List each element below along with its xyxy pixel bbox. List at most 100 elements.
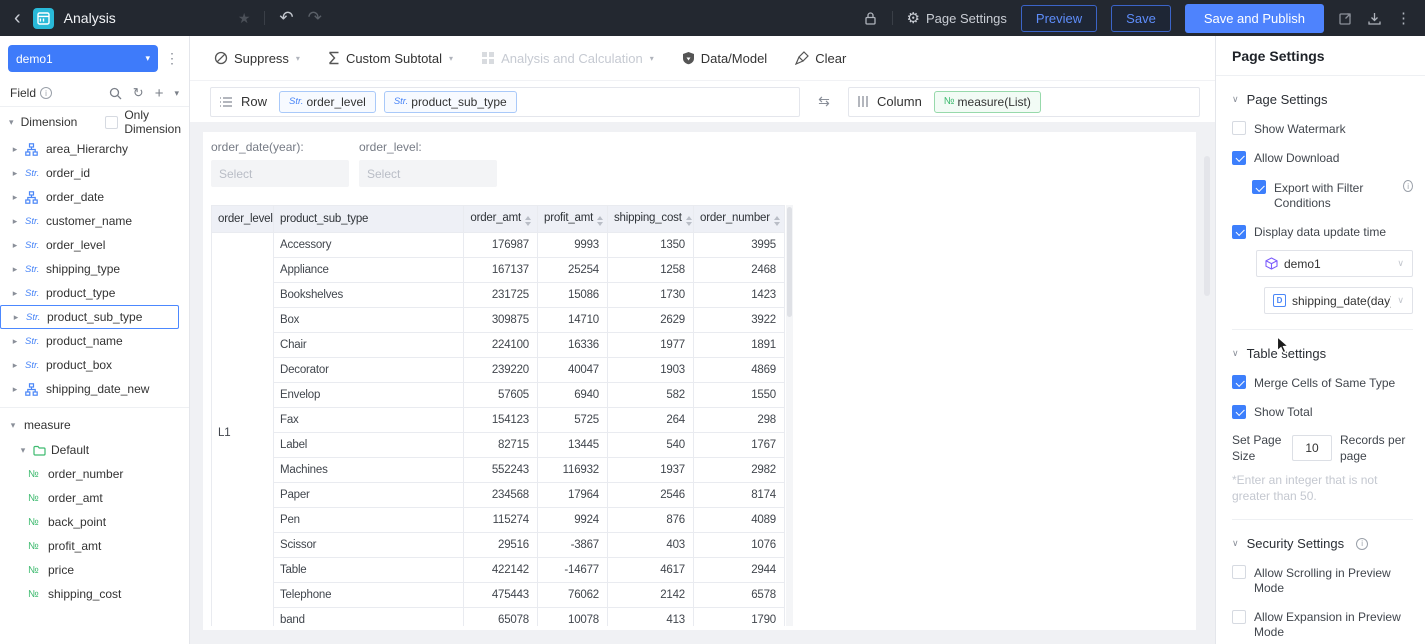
field-item-order_id[interactable]: ▸ Str. order_id	[0, 161, 189, 185]
cell-value[interactable]: 8174	[693, 482, 785, 508]
field-item-order_date[interactable]: ▸ order_date	[0, 185, 189, 209]
cell-value[interactable]: 2629	[607, 307, 694, 333]
field-item-product_name[interactable]: ▸ Str. product_name	[0, 329, 189, 353]
cell-value[interactable]: 582	[607, 382, 694, 408]
cell-value[interactable]: 4089	[693, 507, 785, 533]
favorite-star-icon[interactable]: ★	[238, 10, 251, 27]
open-in-new-icon[interactable]	[1338, 11, 1353, 26]
setting-allow-download[interactable]: Allow Download	[1232, 150, 1413, 167]
cell-value[interactable]: 234568	[463, 482, 538, 508]
cell-product-sub-type[interactable]: Envelop	[273, 382, 464, 408]
cell-value[interactable]: 40047	[537, 357, 608, 383]
setting-export-with-filter-conditions[interactable]: Export with Filter Conditions i	[1252, 180, 1413, 211]
undo-icon[interactable]: ↶	[279, 8, 293, 28]
field-item-shipping_type[interactable]: ▸ Str. shipping_type	[0, 257, 189, 281]
section-header-page-settings[interactable]: ∨ Page Settings	[1232, 92, 1413, 107]
cell-product-sub-type[interactable]: band	[273, 607, 464, 626]
shelf-pill-product-sub-type[interactable]: Str. product_sub_type	[383, 90, 517, 113]
swap-row-column-icon[interactable]: ⇆	[800, 93, 848, 110]
cell-value[interactable]: 1350	[607, 232, 694, 258]
cell-value[interactable]: 3922	[693, 307, 785, 333]
checkbox[interactable]	[1252, 180, 1266, 194]
row-shelf[interactable]: Row Str. order_level Str. product_sub_type	[210, 86, 800, 117]
lock-icon[interactable]	[863, 11, 878, 26]
column-header-order_number[interactable]: order_number	[693, 205, 785, 233]
cell-value[interactable]: 29516	[463, 532, 538, 558]
cell-value[interactable]: 1790	[693, 607, 785, 626]
canvas-scrollbar[interactable]	[1204, 156, 1210, 296]
column-header-profit_amt[interactable]: profit_amt	[537, 205, 608, 233]
toolbar-data-model[interactable]: Data/Model	[682, 51, 767, 66]
cell-value[interactable]: 116932	[537, 457, 608, 483]
back-icon[interactable]: ‹	[14, 8, 21, 28]
cell-value[interactable]: 4617	[607, 557, 694, 583]
cell-value[interactable]: 2142	[607, 582, 694, 608]
gear-icon[interactable]: ⚙	[907, 9, 920, 27]
measure-item-back_point[interactable]: № back_point	[0, 510, 189, 534]
cell-value[interactable]: 6578	[693, 582, 785, 608]
only-dimension-checkbox[interactable]	[105, 115, 119, 129]
sort-icon[interactable]	[525, 216, 531, 226]
cell-value[interactable]: 2944	[693, 557, 785, 583]
shelf-pill-order-level[interactable]: Str. order_level	[279, 90, 376, 113]
cell-value[interactable]: 1258	[607, 257, 694, 283]
cell-product-sub-type[interactable]: Chair	[273, 332, 464, 358]
page-settings-menu[interactable]: Page Settings	[926, 11, 1007, 26]
cell-value[interactable]: 298	[693, 407, 785, 433]
field-item-area_Hierarchy[interactable]: ▸ area_Hierarchy	[0, 137, 189, 161]
cell-value[interactable]: 309875	[463, 307, 538, 333]
cell-value[interactable]: 1076	[693, 532, 785, 558]
cell-value[interactable]: 167137	[463, 257, 538, 283]
add-field-icon[interactable]: +	[155, 85, 164, 102]
sort-icon[interactable]	[685, 216, 692, 226]
field-item-customer_name[interactable]: ▸ Str. customer_name	[0, 209, 189, 233]
cell-value[interactable]: 540	[607, 432, 694, 458]
cell-value[interactable]: 25254	[537, 257, 608, 283]
checkbox[interactable]	[1232, 224, 1246, 239]
chevron-down-icon[interactable]: ∨	[1232, 538, 1239, 549]
save-button[interactable]: Save	[1111, 4, 1171, 32]
cell-value[interactable]: 2468	[693, 257, 785, 283]
cell-value[interactable]: 413	[607, 607, 694, 626]
refresh-icon[interactable]: ↻	[133, 85, 144, 101]
cell-value[interactable]: 76062	[537, 582, 608, 608]
field-item-shipping_date_new[interactable]: ▸ shipping_date_new	[0, 377, 189, 401]
cell-value[interactable]: 475443	[463, 582, 538, 608]
setting-show-total[interactable]: Show Total	[1232, 404, 1413, 421]
cell-product-sub-type[interactable]: Appliance	[273, 257, 464, 283]
cell-value[interactable]: 9993	[537, 232, 608, 258]
setting-display-data-update-time[interactable]: Display data update time	[1232, 224, 1413, 241]
preview-button[interactable]: Preview	[1020, 4, 1098, 32]
sort-icon[interactable]	[597, 216, 604, 226]
chevron-down-icon[interactable]: ▾	[174, 88, 179, 99]
collapse-caret-icon[interactable]: ▾	[8, 117, 15, 128]
column-header-order_level[interactable]: order_level	[211, 205, 274, 233]
select-shipping-date-day-[interactable]: Dshipping_date(day) ∨	[1264, 287, 1413, 314]
cell-value[interactable]: 57605	[463, 382, 538, 408]
cell-product-sub-type[interactable]: Accessory	[273, 232, 464, 258]
search-icon[interactable]	[109, 87, 122, 100]
sort-icon[interactable]	[773, 216, 780, 226]
measure-folder[interactable]: ▾ Default	[0, 438, 189, 462]
checkbox[interactable]	[1232, 609, 1246, 624]
cell-value[interactable]: 1977	[607, 332, 694, 358]
cell-product-sub-type[interactable]: Machines	[273, 457, 464, 483]
cell-value[interactable]: 1937	[607, 457, 694, 483]
cell-value[interactable]: 264	[607, 407, 694, 433]
cell-value[interactable]: 14710	[537, 307, 608, 333]
cell-value[interactable]: 10078	[537, 607, 608, 626]
cell-value[interactable]: 5725	[537, 407, 608, 433]
checkbox[interactable]	[1232, 150, 1246, 165]
cell-product-sub-type[interactable]: Telephone	[273, 582, 464, 608]
cell-value[interactable]: 422142	[463, 557, 538, 583]
cell-product-sub-type[interactable]: Paper	[273, 482, 464, 508]
cell-value[interactable]: 1730	[607, 282, 694, 308]
checkbox[interactable]	[1232, 121, 1246, 135]
setting-show-watermark[interactable]: Show Watermark	[1232, 121, 1413, 137]
cell-value[interactable]: 176987	[463, 232, 538, 258]
cell-product-sub-type[interactable]: Scissor	[273, 532, 464, 558]
cell-product-sub-type[interactable]: Pen	[273, 507, 464, 533]
cell-value[interactable]: 4869	[693, 357, 785, 383]
cell-product-sub-type[interactable]: Decorator	[273, 357, 464, 383]
cell-value[interactable]: 16336	[537, 332, 608, 358]
